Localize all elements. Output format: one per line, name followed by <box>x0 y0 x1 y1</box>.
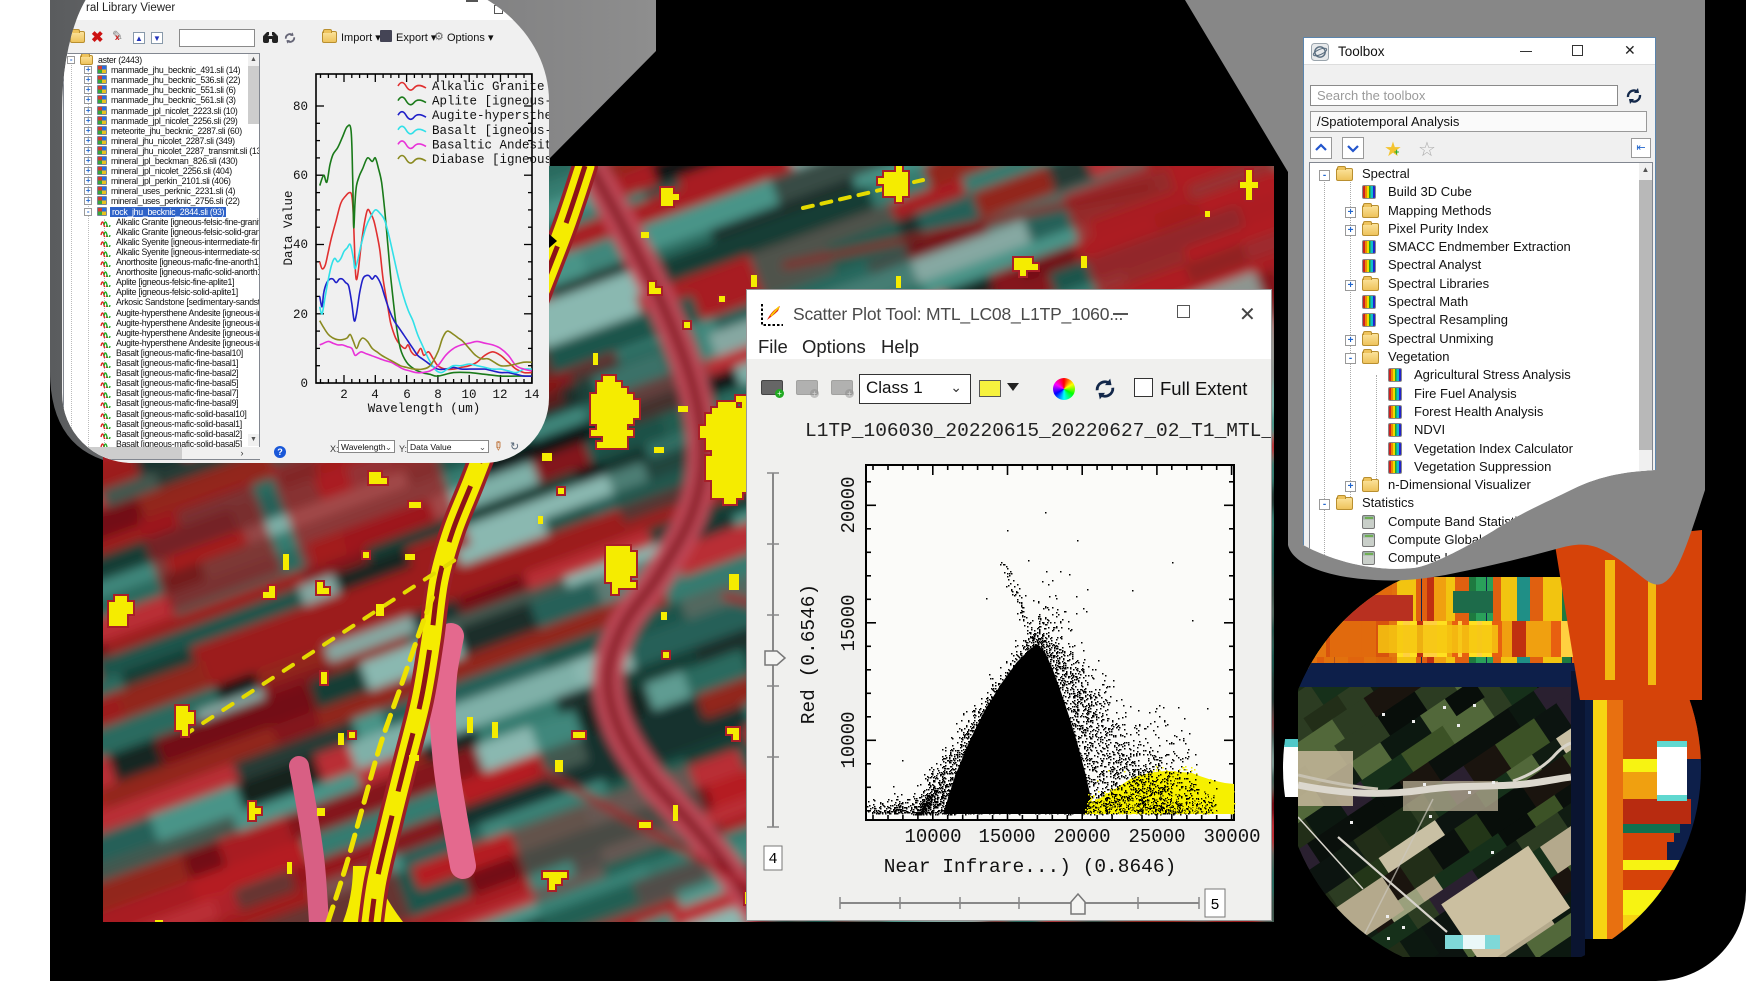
svg-text:Aplite [igneous-felsi: Aplite [igneous-felsi <box>432 95 549 109</box>
svg-text:Augite-hypersthene An: Augite-hypersthene An <box>432 109 549 123</box>
svg-text:6: 6 <box>403 388 411 402</box>
svg-text:Diabase [igneous-mafi: Diabase [igneous-mafi <box>432 153 549 167</box>
svg-text:80: 80 <box>293 100 308 114</box>
svg-text:Data Value: Data Value <box>282 190 296 265</box>
svg-text:12: 12 <box>492 388 507 402</box>
svg-text:8: 8 <box>434 388 442 402</box>
svg-text:Wavelength (um): Wavelength (um) <box>368 402 481 416</box>
svg-text:10: 10 <box>461 388 476 402</box>
svg-text:14: 14 <box>524 388 539 402</box>
svg-text:4: 4 <box>371 388 379 402</box>
svg-text:Basaltic Andesite [ig: Basaltic Andesite [ig <box>432 138 549 152</box>
svg-text:Basalt [igneous-mafic: Basalt [igneous-mafic <box>432 124 549 138</box>
svg-text:5: 5 <box>1210 897 1219 914</box>
svg-text:20: 20 <box>293 308 308 322</box>
svg-text:4: 4 <box>768 851 777 868</box>
svg-text:Alkalic Granite [igne: Alkalic Granite [igne <box>432 80 549 94</box>
svg-text:0: 0 <box>300 377 308 391</box>
svg-text:2: 2 <box>340 388 348 402</box>
svg-text:60: 60 <box>293 169 308 183</box>
